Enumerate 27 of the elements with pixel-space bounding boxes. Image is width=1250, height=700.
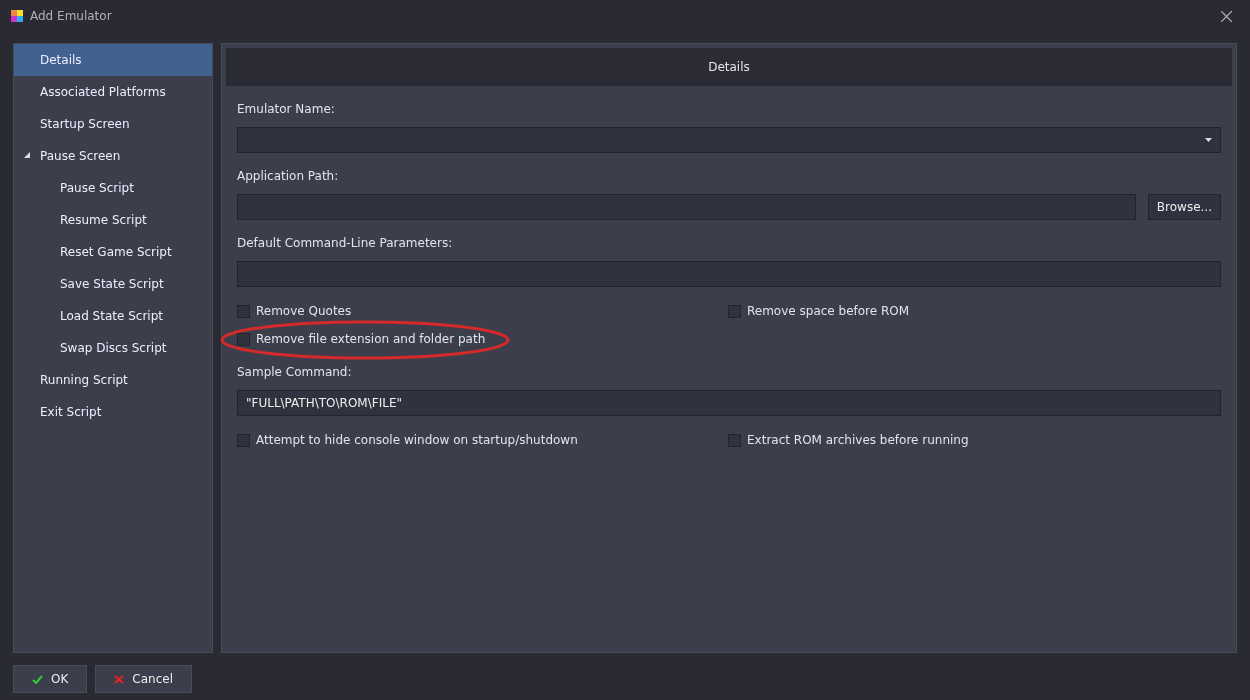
checkbox-label: Remove file extension and folder path <box>256 332 486 346</box>
checkbox-label: Remove Quotes <box>256 304 352 318</box>
sidebar-item[interactable]: Reset Game Script <box>14 236 212 268</box>
sidebar-item[interactable]: Load State Script <box>14 300 212 332</box>
sidebar-item[interactable]: Details <box>14 44 212 76</box>
field-label: Application Path: <box>237 169 339 183</box>
sidebar-item[interactable]: Save State Script <box>14 268 212 300</box>
browse-button[interactable]: Browse... <box>1147 194 1221 220</box>
field-label: Sample Command: <box>237 365 352 379</box>
checkbox-label: Remove space before ROM <box>747 304 910 318</box>
sidebar-item[interactable]: Resume Script <box>14 204 212 236</box>
panel-header: Details <box>226 48 1232 86</box>
sidebar-item[interactable]: Pause Script <box>14 172 212 204</box>
field-label: Default Command-Line Parameters: <box>237 236 453 250</box>
field-label: Emulator Name: <box>237 102 335 116</box>
sidebar-item[interactable]: Exit Script <box>14 396 212 428</box>
checkbox-label: Extract ROM archives before running <box>747 433 969 447</box>
sidebar-item[interactable]: Startup Screen <box>14 108 212 140</box>
sidebar-item[interactable]: Swap Discs Script <box>14 332 212 364</box>
cancel-button[interactable]: Cancel <box>95 665 192 693</box>
sidebar-item[interactable]: Running Script <box>14 364 212 396</box>
ok-button[interactable]: OK <box>13 665 88 693</box>
checkbox-label: Attempt to hide console window on startup/shutdown <box>256 433 578 447</box>
sidebar-item[interactable]: Associated Platforms <box>14 76 212 108</box>
sidebar-item[interactable]: Pause Screen <box>14 140 212 172</box>
window-title: Add Emulator <box>30 9 113 23</box>
sample-command-field[interactable]: "FULL\PATH\TO\ROM\FILE" <box>237 390 1221 416</box>
